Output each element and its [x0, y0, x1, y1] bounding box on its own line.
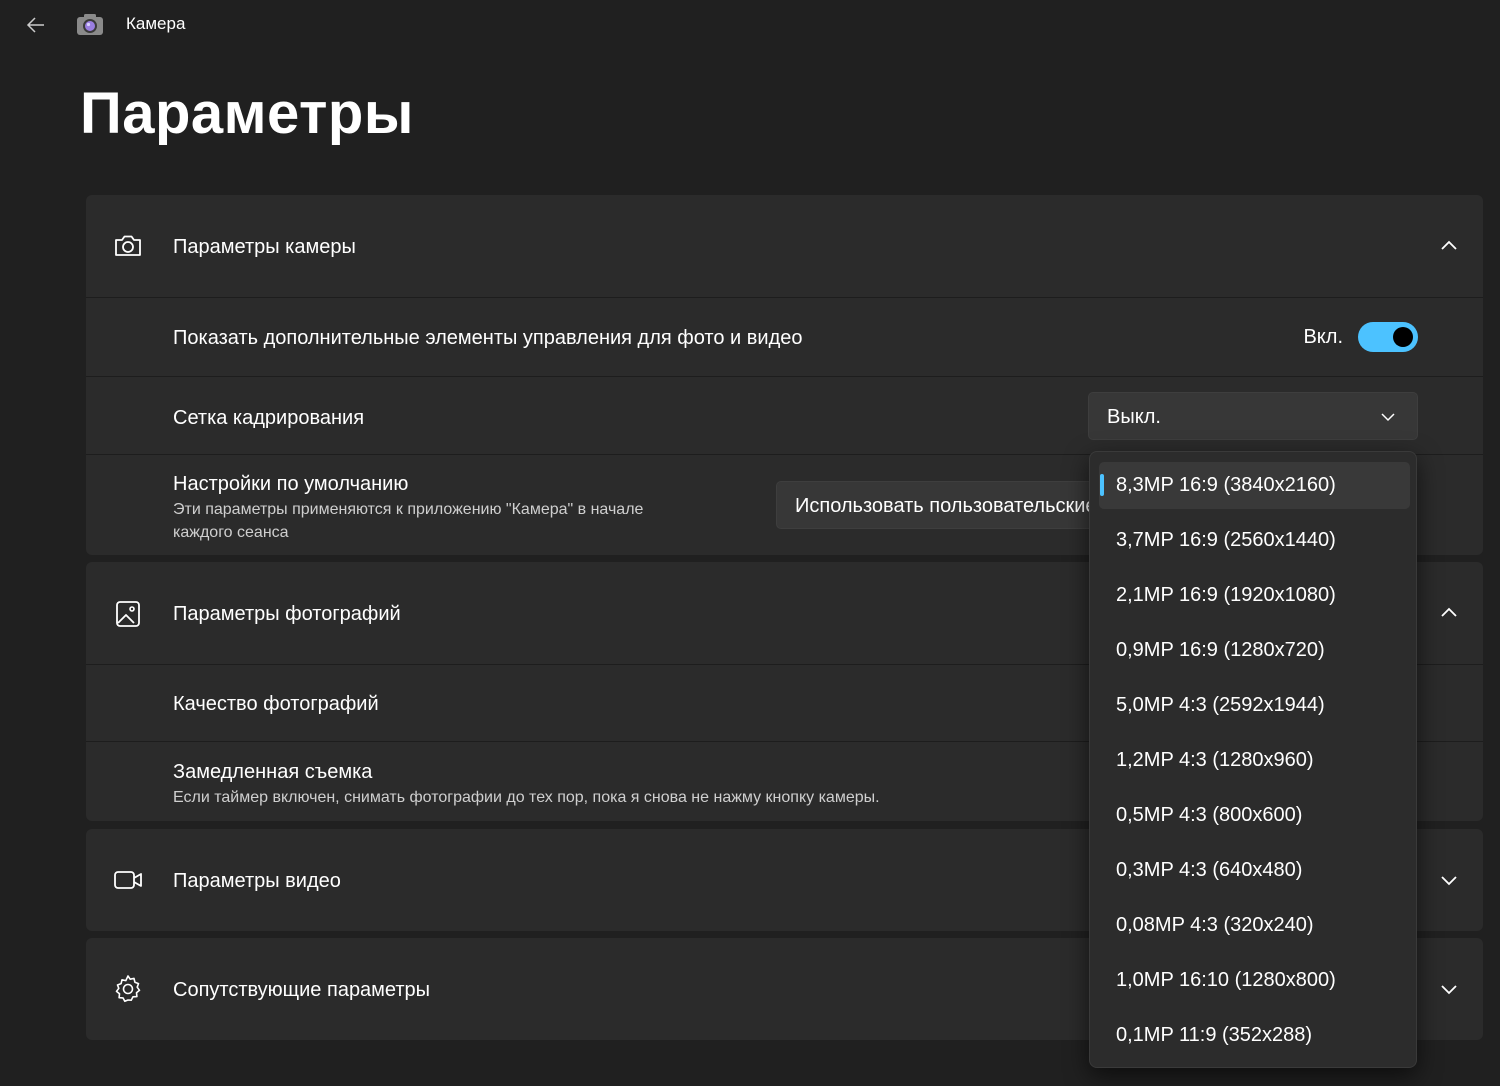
resolution-option-label: 2,1MP 16:9 (1920x1080): [1116, 584, 1336, 606]
extra-controls-label: Показать дополнительные элементы управле…: [173, 327, 803, 349]
resolution-option-label: 0,08MP 4:3 (320x240): [1116, 914, 1314, 936]
resolution-option-label: 1,2MP 4:3 (1280x960): [1116, 749, 1314, 771]
camera-app-icon: [76, 12, 104, 36]
resolution-option[interactable]: 8,3MP 16:9 (3840x2160): [1099, 462, 1410, 509]
chevron-up-icon[interactable]: [1437, 601, 1461, 625]
selection-indicator: [1100, 474, 1104, 496]
resolution-option-label: 0,5MP 4:3 (800x600): [1116, 804, 1303, 826]
crop-grid-row: Сетка кадрирования Выкл.: [86, 376, 1483, 454]
photo-quality-label: Качество фотографий: [173, 693, 379, 715]
defaults-description-line2: каждого сеанса: [173, 524, 289, 541]
photo-settings-title: Параметры фотографий: [173, 603, 401, 625]
resolution-option-label: 5,0MP 4:3 (2592x1944): [1116, 694, 1325, 716]
burst-description: Если таймер включен, снимать фотографии …: [173, 789, 880, 806]
image-icon: [116, 601, 140, 627]
video-camera-icon: [114, 871, 142, 889]
defaults-value: Использовать пользовательские: [795, 495, 1097, 517]
defaults-description-line1: Эти параметры применяются к приложению "…: [173, 501, 644, 518]
video-settings-title: Параметры видео: [173, 870, 341, 892]
defaults-label: Настройки по умолчанию: [173, 473, 409, 495]
resolution-option-label: 1,0MP 16:10 (1280x800): [1116, 969, 1336, 991]
resolution-option-label: 0,1MP 11:9 (352x288): [1116, 1024, 1313, 1046]
toggle-state-text: Вкл.: [1303, 326, 1343, 348]
resolution-option[interactable]: 0,9MP 16:9 (1280x720): [1099, 627, 1410, 674]
resolution-option-label: 0,3MP 4:3 (640x480): [1116, 859, 1303, 881]
crop-grid-value: Выкл.: [1107, 406, 1161, 428]
gear-icon: [115, 975, 141, 1003]
crop-grid-dropdown[interactable]: Выкл.: [1088, 392, 1418, 440]
page-title: Параметры: [80, 81, 414, 146]
crop-grid-label: Сетка кадрирования: [173, 407, 365, 429]
resolution-option[interactable]: 1,0MP 16:10 (1280x800): [1099, 957, 1410, 1004]
chevron-down-icon[interactable]: [1437, 868, 1461, 892]
resolution-option[interactable]: 0,08MP 4:3 (320x240): [1099, 902, 1410, 949]
resolution-option[interactable]: 0,3MP 4:3 (640x480): [1099, 847, 1410, 894]
extra-controls-toggle[interactable]: [1358, 322, 1418, 352]
resolution-option-label: 0,9MP 16:9 (1280x720): [1116, 639, 1325, 661]
app-title: Камера: [126, 14, 186, 33]
resolution-option[interactable]: 1,2MP 4:3 (1280x960): [1099, 737, 1410, 784]
resolution-option[interactable]: 3,7MP 16:9 (2560x1440): [1099, 517, 1410, 564]
burst-label: Замедленная съемка: [173, 761, 373, 783]
resolution-option[interactable]: 0,1MP 11:9 (352x288): [1099, 1012, 1410, 1059]
related-settings-title: Сопутствующие параметры: [173, 979, 431, 1001]
camera-icon: [115, 235, 141, 256]
title-bar: Камера: [0, 0, 1500, 50]
resolution-dropdown-list[interactable]: 8,3MP 16:9 (3840x2160) 3,7MP 16:9 (2560x1…: [1089, 451, 1417, 1068]
back-arrow-icon: [26, 17, 44, 33]
resolution-option[interactable]: 5,0MP 4:3 (2592x1944): [1099, 682, 1410, 729]
resolution-option-label: 8,3MP 16:9 (3840x2160): [1116, 474, 1336, 496]
chevron-down-icon: [1381, 413, 1395, 422]
toggle-knob: [1393, 327, 1413, 347]
resolution-option[interactable]: 2,1MP 16:9 (1920x1080): [1099, 572, 1410, 619]
resolution-option-label: 3,7MP 16:9 (2560x1440): [1116, 529, 1336, 551]
camera-settings-title: Параметры камеры: [173, 236, 356, 258]
defaults-dropdown[interactable]: Использовать пользовательские: [776, 481, 1106, 529]
camera-settings-header[interactable]: Параметры камеры: [86, 195, 1483, 297]
extra-controls-row: Показать дополнительные элементы управле…: [86, 297, 1483, 376]
chevron-up-icon[interactable]: [1437, 234, 1461, 258]
back-button[interactable]: [18, 10, 54, 40]
chevron-down-icon[interactable]: [1437, 977, 1461, 1001]
resolution-option[interactable]: 0,5MP 4:3 (800x600): [1099, 792, 1410, 839]
